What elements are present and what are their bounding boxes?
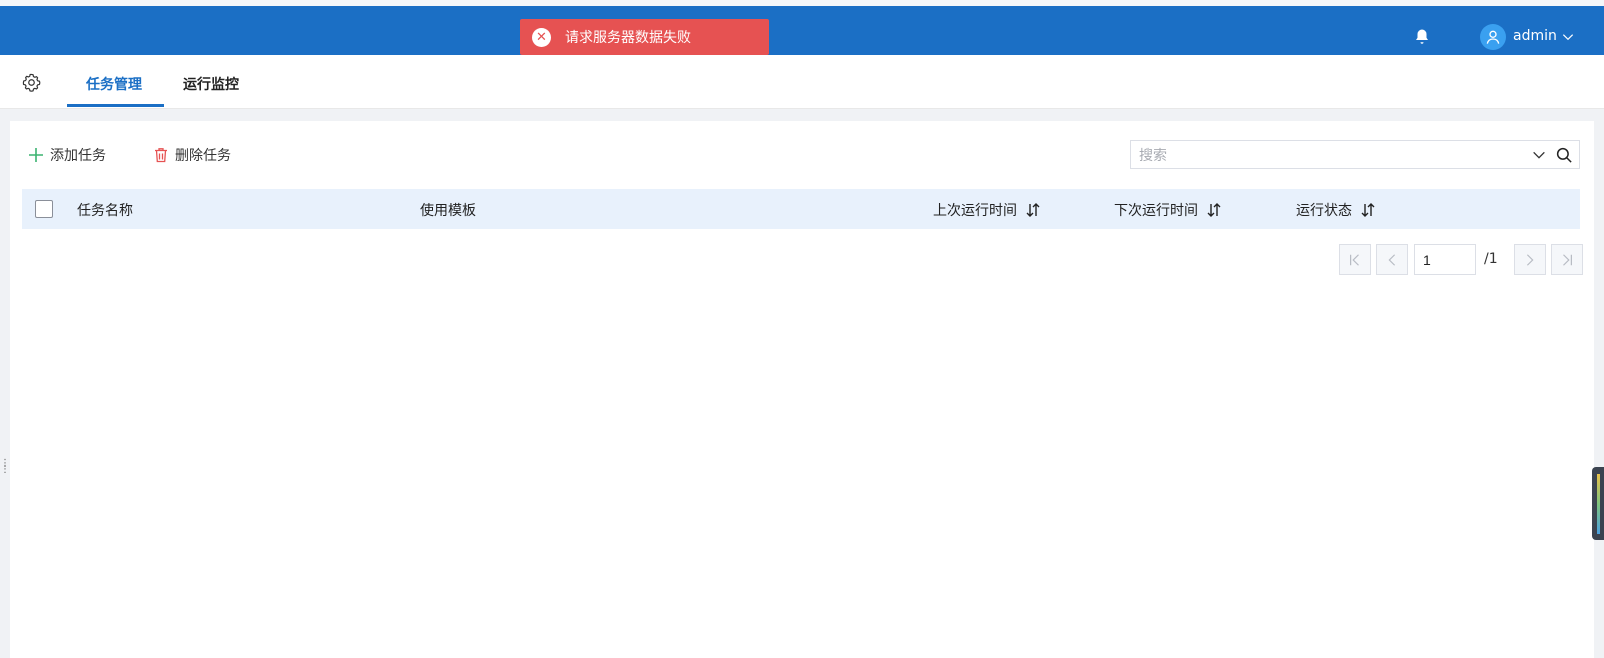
username[interactable]: admin: [1513, 28, 1557, 44]
sort-icon[interactable]: [1206, 202, 1222, 218]
column-template: 使用模板: [420, 200, 476, 220]
first-page-button[interactable]: [1339, 244, 1371, 275]
chevron-left-icon: [1388, 253, 1396, 266]
search-input[interactable]: [1139, 145, 1519, 165]
add-task-button[interactable]: 添加任务: [28, 145, 106, 165]
first-page-icon: [1350, 253, 1359, 266]
page-total: /1: [1484, 251, 1498, 267]
bell-icon[interactable]: [1413, 28, 1431, 46]
last-page-button[interactable]: [1551, 244, 1583, 275]
table-header: 任务名称 使用模板 上次运行时间 下次运行时间 运行状态: [22, 189, 1580, 229]
column-label: 运行状态: [1296, 203, 1352, 219]
page-number-input[interactable]: [1414, 244, 1476, 275]
sort-icon[interactable]: [1025, 202, 1041, 218]
column-run-status[interactable]: 运行状态: [1296, 200, 1376, 220]
side-widget[interactable]: [1592, 467, 1604, 540]
side-widget-bar: [1597, 474, 1600, 534]
prev-page-button[interactable]: [1376, 244, 1408, 275]
resize-handle[interactable]: ⋮ ⋮: [0, 459, 10, 479]
next-page-button[interactable]: [1514, 244, 1546, 275]
column-label: 上次运行时间: [933, 203, 1017, 219]
column-next-run[interactable]: 下次运行时间: [1114, 200, 1222, 220]
delete-task-button[interactable]: 删除任务: [153, 145, 231, 165]
select-all-checkbox[interactable]: [35, 200, 53, 218]
avatar[interactable]: [1480, 24, 1506, 50]
search-icon[interactable]: [1555, 146, 1573, 164]
chevron-down-icon[interactable]: [1531, 147, 1547, 163]
column-last-run[interactable]: 上次运行时间: [933, 200, 1041, 220]
add-task-label: 添加任务: [50, 148, 106, 164]
tab-task-management[interactable]: 任务管理: [86, 74, 142, 94]
tab-bar: 任务管理 运行监控: [0, 55, 1604, 109]
column-task-name: 任务名称: [77, 200, 133, 220]
column-label: 任务名称: [77, 203, 133, 219]
tab-run-monitor[interactable]: 运行监控: [183, 74, 239, 94]
column-label: 使用模板: [420, 203, 476, 219]
plus-icon: [29, 148, 43, 162]
main-panel: 添加任务 删除任务 任务名称 使用模板 上次运行时间 下次运行时间 运行状态: [10, 121, 1594, 658]
search-box: [1130, 140, 1580, 169]
last-page-icon: [1563, 253, 1572, 266]
chevron-right-icon: [1526, 253, 1534, 266]
toast-message: 请求服务器数据失败: [565, 30, 691, 46]
sort-icon[interactable]: [1360, 202, 1376, 218]
close-circle-icon[interactable]: ✕: [532, 27, 551, 47]
error-toast: ✕ 请求服务器数据失败: [520, 19, 769, 55]
top-navbar: admin: [0, 6, 1604, 55]
delete-task-label: 删除任务: [175, 148, 231, 164]
trash-icon: [155, 148, 167, 163]
active-tab-indicator: [67, 104, 164, 107]
chevron-down-icon[interactable]: [1561, 30, 1575, 44]
user-icon: [1486, 30, 1500, 44]
gear-icon[interactable]: [22, 73, 41, 92]
column-label: 下次运行时间: [1114, 203, 1198, 219]
